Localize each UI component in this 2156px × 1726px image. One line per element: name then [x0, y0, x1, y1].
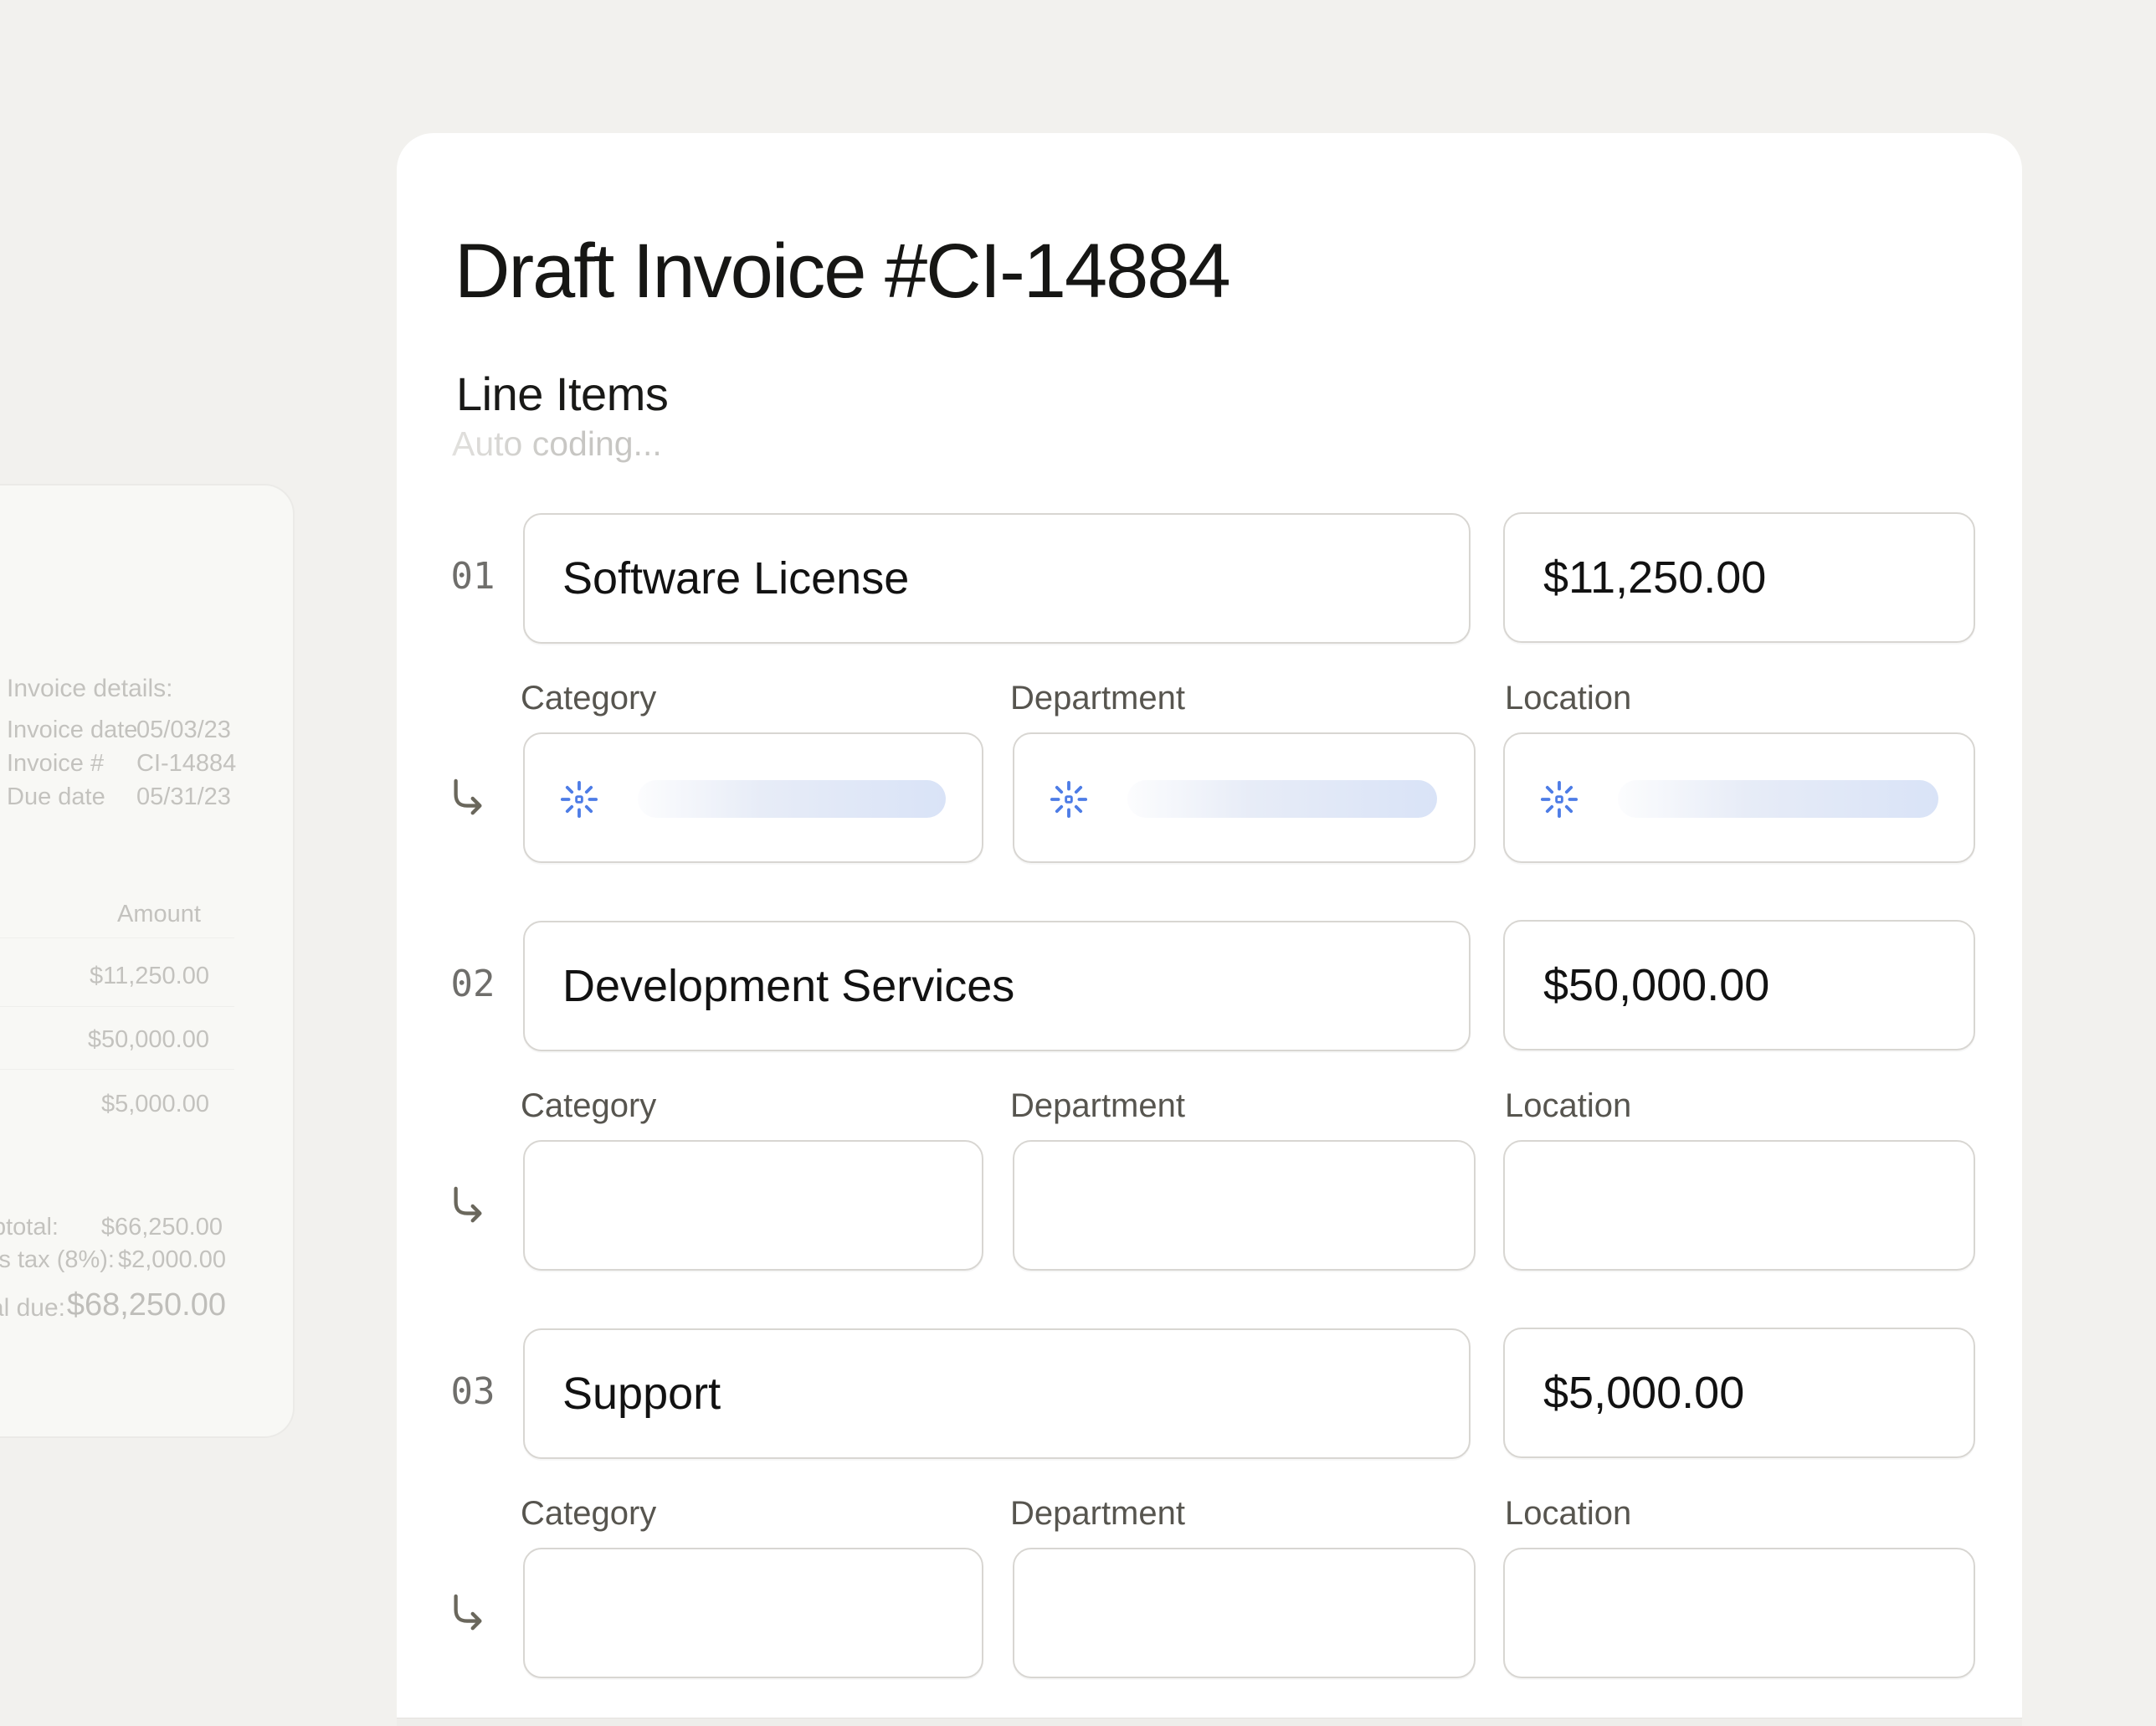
department-input[interactable]: [1013, 732, 1476, 863]
location-label: Location: [1505, 1087, 1631, 1125]
amount-value: $11,250.00: [1505, 552, 1766, 604]
category-input[interactable]: [523, 732, 983, 863]
amount-value: $5,000.00: [1505, 1367, 1744, 1419]
sub-row-arrow-icon: [449, 1186, 487, 1225]
auto-coding-status: Auto coding...: [452, 424, 662, 464]
invoice-preview-panel: [0, 484, 295, 1438]
description-input[interactable]: Software License: [523, 513, 1471, 644]
category-label: Category: [521, 680, 656, 717]
location-input[interactable]: [1503, 1548, 1975, 1678]
page-title: Draft Invoice #CI-14884: [454, 231, 1229, 313]
department-label: Department: [1010, 1087, 1185, 1125]
location-input[interactable]: [1503, 732, 1975, 863]
department-input[interactable]: [1013, 1548, 1476, 1678]
sub-row-arrow-icon: [449, 778, 487, 817]
line-item-number: 01: [448, 555, 498, 598]
category-label: Category: [521, 1087, 656, 1125]
amount-value: $50,000.00: [1505, 959, 1769, 1011]
amount-input[interactable]: $5,000.00: [1503, 1328, 1975, 1458]
department-input[interactable]: [1013, 1140, 1476, 1271]
description-value: Software License: [525, 552, 909, 604]
location-label: Location: [1505, 1495, 1631, 1533]
department-label: Department: [1010, 680, 1185, 717]
category-input[interactable]: [523, 1140, 983, 1271]
amount-input[interactable]: $50,000.00: [1503, 920, 1975, 1050]
sparkle-loading-icon: [560, 780, 598, 819]
line-items-heading: Line Items: [456, 367, 668, 421]
sparkle-loading-icon: [1050, 780, 1088, 819]
department-label: Department: [1010, 1495, 1185, 1533]
location-label: Location: [1505, 680, 1631, 717]
loading-shimmer: [1618, 780, 1938, 818]
sparkle-loading-icon: [1540, 780, 1578, 819]
description-input[interactable]: Support: [523, 1328, 1471, 1459]
description-value: Development Services: [525, 960, 1014, 1012]
amount-input[interactable]: $11,250.00: [1503, 512, 1975, 643]
description-value: Support: [525, 1368, 721, 1420]
category-input[interactable]: [523, 1548, 983, 1678]
category-label: Category: [521, 1495, 656, 1533]
line-item-number: 02: [448, 963, 498, 1005]
description-input[interactable]: Development Services: [523, 921, 1471, 1051]
loading-shimmer: [638, 780, 946, 818]
loading-shimmer: [1127, 780, 1437, 818]
location-input[interactable]: [1503, 1140, 1975, 1271]
sub-row-arrow-icon: [449, 1594, 487, 1632]
line-item-number: 03: [448, 1370, 498, 1413]
